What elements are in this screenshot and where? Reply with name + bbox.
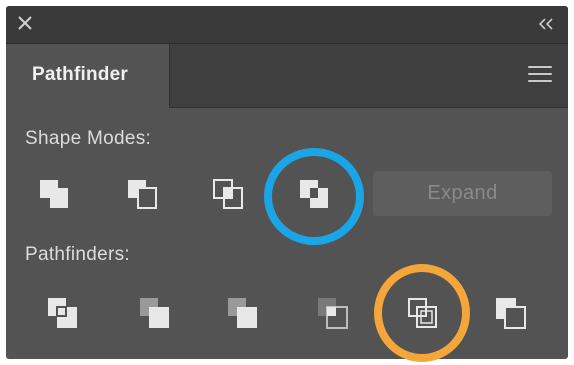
close-button[interactable] [14,12,36,34]
crop-button[interactable] [310,290,358,338]
tab-label: Pathfinder [32,64,128,85]
tab-pathfinder[interactable]: Pathfinder [6,44,170,108]
minus-front-icon [128,180,157,209]
panel-titlebar [6,6,568,44]
outline-button[interactable] [400,290,448,338]
pathfinders-label: Pathfinders: [25,244,130,265]
double-chevron-left-icon [538,18,553,30]
crop-icon [318,298,348,329]
hamburger-menu-icon [528,66,552,82]
expand-button[interactable]: Expand [373,171,552,216]
minus-front-button[interactable] [120,170,168,218]
shape-modes-label: Shape Modes: [25,128,152,149]
intersect-button[interactable] [206,170,254,218]
merge-icon [228,298,257,328]
merge-button[interactable] [220,290,268,338]
close-icon [18,16,32,30]
exclude-button[interactable] [292,170,340,218]
divide-button[interactable] [40,290,88,338]
collapse-button[interactable] [536,16,556,32]
minus-back-button[interactable] [488,290,536,338]
pathfinder-panel: Pathfinder Shape Modes: Expand Pathfinde… [6,6,568,362]
trim-icon [140,298,169,328]
divide-icon [48,298,77,328]
trim-button[interactable] [132,290,180,338]
panel-tabbar: Pathfinder [6,44,568,108]
unite-button[interactable] [32,170,80,218]
outline-icon [408,298,437,328]
panel-menu-button[interactable] [528,66,552,84]
intersect-icon [213,179,243,209]
unite-icon [40,180,68,208]
minus-back-icon [496,298,526,329]
exclude-icon [300,180,328,208]
